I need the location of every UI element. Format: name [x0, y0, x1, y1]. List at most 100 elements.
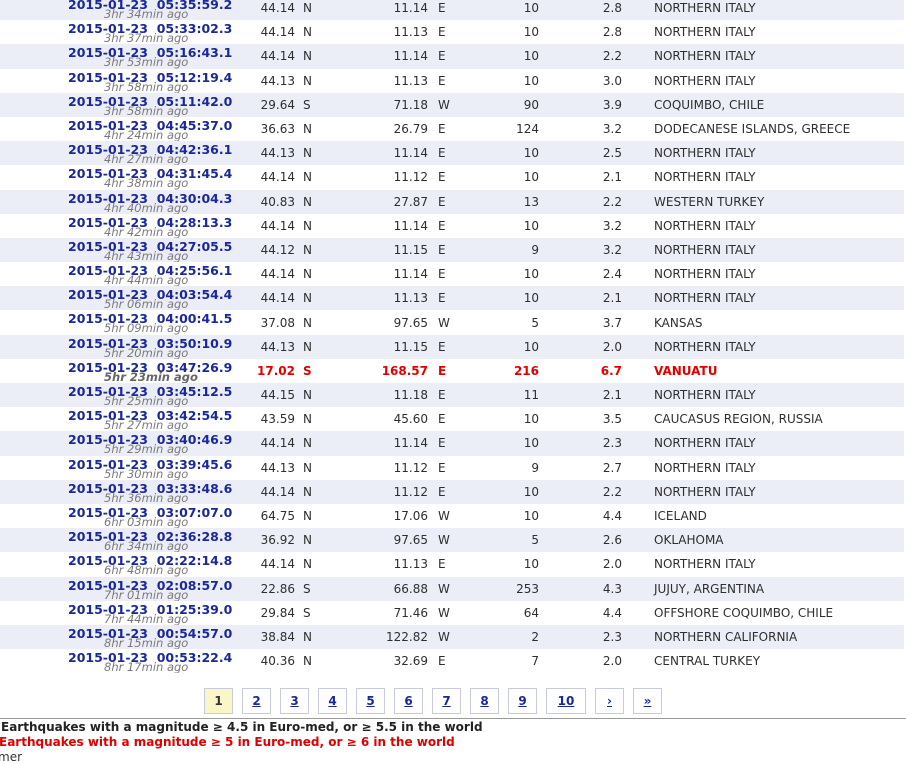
- cell-longitude: 11.14: [339, 141, 432, 166]
- cell-magnitude: 2.3: [539, 431, 622, 456]
- table-row[interactable]: 2015-01-23 05:11:42.0 3hr 58min ago 29.64 S…: [0, 92, 904, 117]
- cell-depth: 9: [472, 455, 539, 480]
- table-row[interactable]: 2015-01-23 03:42:54.5 5hr 27min ago 43.59 N…: [0, 407, 904, 432]
- cell-region: NORTHERN ITALY: [622, 20, 904, 45]
- cell-datetime: 2015-01-23 03:45:12.5 5hr 25min ago: [0, 383, 234, 408]
- cell-latitude-hemisphere: N: [299, 141, 339, 166]
- cell-latitude-hemisphere: N: [299, 44, 339, 69]
- cell-longitude-hemisphere: E: [432, 262, 472, 287]
- event-time-ago: 6hr 48min ago: [104, 563, 189, 577]
- cell-datetime: 2015-01-23 03:33:48.6 5hr 36min ago: [0, 479, 234, 504]
- table-row[interactable]: 2015-01-23 05:12:19.4 3hr 58min ago 44.13 N…: [0, 68, 904, 93]
- cell-depth: 216: [472, 358, 539, 383]
- cell-depth: 9: [472, 237, 539, 263]
- cell-longitude-hemisphere: E: [432, 0, 472, 21]
- table-row[interactable]: 2015-01-23 04:30:04.3 4hr 40min ago 40.83 N…: [0, 189, 904, 214]
- page-link-7[interactable]: 7: [432, 688, 461, 714]
- page-link-6[interactable]: 6: [394, 688, 423, 714]
- cell-latitude: 44.14: [234, 20, 299, 45]
- table-row-major[interactable]: 2015-01-23 03:47:26.9 5hr 23min ago 17.02 S…: [0, 358, 904, 383]
- cell-datetime: 2015-01-23 03:42:54.5 5hr 27min ago: [0, 407, 234, 432]
- cell-magnitude: 2.0: [539, 552, 622, 577]
- cell-depth: 10: [472, 141, 539, 166]
- earthquake-table-body: 2015-01-23 05:35:59.2 3hr 34min ago 44.14 N…: [0, 0, 904, 674]
- table-row[interactable]: 2015-01-23 03:45:12.5 5hr 25min ago 44.15 N…: [0, 383, 904, 408]
- last-page-button[interactable]: »: [633, 688, 662, 714]
- event-time-ago: 4hr 43min ago: [104, 248, 189, 263]
- cell-depth: 10: [472, 503, 539, 529]
- table-row[interactable]: 2015-01-23 05:16:43.1 3hr 53min ago 44.14 N…: [0, 44, 904, 69]
- cell-latitude: 40.83: [234, 189, 299, 214]
- cell-magnitude: 3.0: [539, 68, 622, 93]
- page-link-1[interactable]: 1: [204, 688, 233, 714]
- table-row[interactable]: 2015-01-23 04:28:13.3 4hr 42min ago 44.14 N…: [0, 213, 904, 238]
- cell-latitude: 44.14: [234, 0, 299, 21]
- cell-datetime: 2015-01-23 00:54:57.0 8hr 15min ago: [0, 624, 234, 650]
- page-link-3[interactable]: 3: [280, 688, 309, 714]
- cell-latitude-hemisphere: S: [299, 92, 339, 117]
- table-row[interactable]: 2015-01-23 04:45:37.0 4hr 24min ago 36.63 N…: [0, 116, 904, 142]
- event-time-ago: 7hr 44min ago: [104, 611, 189, 625]
- cell-magnitude: 2.1: [539, 286, 622, 311]
- table-row[interactable]: 2015-01-23 04:27:05.5 4hr 43min ago 44.12 N…: [0, 237, 904, 263]
- page-link-5[interactable]: 5: [356, 688, 385, 714]
- table-row[interactable]: 2015-01-23 04:03:54.4 5hr 06min ago 44.14 N…: [0, 286, 904, 311]
- cell-latitude-hemisphere: N: [299, 528, 339, 553]
- cell-magnitude: 2.2: [539, 479, 622, 504]
- table-row[interactable]: 2015-01-23 04:42:36.1 4hr 27min ago 44.13 N…: [0, 141, 904, 166]
- cell-latitude-hemisphere: N: [299, 649, 339, 674]
- table-row[interactable]: 2015-01-23 03:39:45.6 5hr 30min ago 44.13 N…: [0, 455, 904, 480]
- cell-longitude: 11.18: [339, 383, 432, 408]
- cell-region: OKLAHOMA: [622, 528, 904, 553]
- cell-latitude-hemisphere: N: [299, 116, 339, 142]
- cell-magnitude: 2.1: [539, 165, 622, 190]
- cell-depth: 10: [472, 431, 539, 456]
- table-row[interactable]: 2015-01-23 03:07:07.0 6hr 03min ago 64.75 N…: [0, 503, 904, 529]
- cell-longitude: 122.82: [339, 624, 432, 650]
- cell-datetime: 2015-01-23 03:40:46.9 5hr 29min ago: [0, 431, 234, 456]
- next-page-button[interactable]: ›: [595, 688, 624, 714]
- cell-magnitude: 2.5: [539, 141, 622, 166]
- event-time-ago: 5hr 29min ago: [104, 442, 189, 456]
- table-row[interactable]: 2015-01-23 00:54:57.0 8hr 15min ago 38.84 N…: [0, 624, 904, 650]
- table-row[interactable]: 2015-01-23 02:22:14.8 6hr 48min ago 44.14 N…: [0, 552, 904, 577]
- table-row[interactable]: 2015-01-23 04:31:45.4 4hr 38min ago 44.14 N…: [0, 165, 904, 190]
- cell-latitude-hemisphere: N: [299, 431, 339, 456]
- page-link-2[interactable]: 2: [242, 688, 271, 714]
- cell-latitude-hemisphere: N: [299, 68, 339, 93]
- table-row[interactable]: 2015-01-23 00:53:22.4 8hr 17min ago 40.36 N…: [0, 649, 904, 674]
- cell-magnitude: 3.2: [539, 116, 622, 142]
- event-time-ago: 6hr 03min ago: [104, 514, 189, 529]
- cell-latitude-hemisphere: N: [299, 407, 339, 432]
- table-row[interactable]: 2015-01-23 05:35:59.2 3hr 34min ago 44.14 N…: [0, 0, 904, 21]
- page-link-9[interactable]: 9: [508, 688, 537, 714]
- table-row[interactable]: 2015-01-23 03:50:10.9 5hr 20min ago 44.13 N…: [0, 334, 904, 359]
- table-row[interactable]: 2015-01-23 02:36:28.8 6hr 34min ago 36.92 N…: [0, 528, 904, 553]
- page-link-8[interactable]: 8: [470, 688, 499, 714]
- page-link-10[interactable]: 10: [546, 688, 586, 714]
- cell-longitude: 45.60: [339, 407, 432, 432]
- table-row[interactable]: 2015-01-23 01:25:39.0 7hr 44min ago 29.84 S…: [0, 600, 904, 625]
- event-time-ago: 4hr 44min ago: [104, 273, 189, 287]
- table-row[interactable]: 2015-01-23 02:08:57.0 7hr 01min ago 22.86 S…: [0, 576, 904, 601]
- cell-latitude-hemisphere: S: [299, 600, 339, 625]
- cell-latitude: 29.84: [234, 600, 299, 625]
- table-row[interactable]: 2015-01-23 05:33:02.3 3hr 37min ago 44.14 N…: [0, 20, 904, 45]
- page-link-4[interactable]: 4: [318, 688, 347, 714]
- cell-magnitude: 2.7: [539, 455, 622, 480]
- cell-magnitude: 3.5: [539, 407, 622, 432]
- cell-datetime: 2015-01-23 03:07:07.0 6hr 03min ago: [0, 503, 234, 529]
- table-row[interactable]: 2015-01-23 03:40:46.9 5hr 29min ago 44.14 N…: [0, 431, 904, 456]
- cell-longitude-hemisphere: E: [432, 213, 472, 238]
- cell-longitude-hemisphere: E: [432, 20, 472, 45]
- cell-longitude-hemisphere: W: [432, 600, 472, 625]
- cell-depth: 10: [472, 68, 539, 93]
- table-row[interactable]: 2015-01-23 04:25:56.1 4hr 44min ago 44.14 N…: [0, 262, 904, 287]
- legend-minor-threshold: Earthquakes with a magnitude ≥ 4.5 in Eu…: [1, 720, 483, 734]
- cell-magnitude: 2.8: [539, 20, 622, 45]
- cell-region: JUJUY, ARGENTINA: [622, 576, 904, 601]
- table-row[interactable]: 2015-01-23 03:33:48.6 5hr 36min ago 44.14 N…: [0, 479, 904, 504]
- cell-longitude: 11.14: [339, 431, 432, 456]
- table-row[interactable]: 2015-01-23 04:00:41.5 5hr 09min ago 37.08 N…: [0, 310, 904, 335]
- cell-depth: 90: [472, 92, 539, 117]
